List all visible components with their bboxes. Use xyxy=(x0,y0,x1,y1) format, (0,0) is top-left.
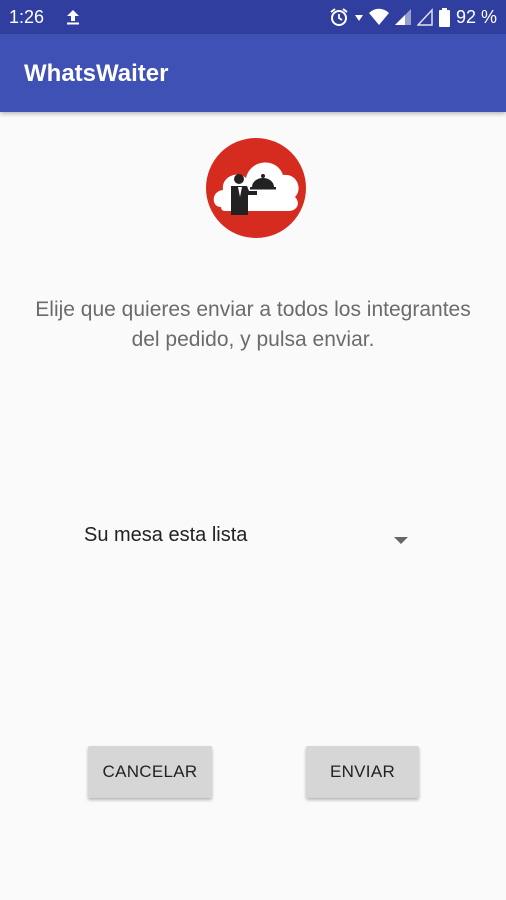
dropdown-arrow-icon xyxy=(394,532,408,550)
upload-icon xyxy=(64,8,82,26)
waiter-cloud-logo xyxy=(205,137,307,239)
battery-percentage: 92 % xyxy=(455,6,497,27)
instructions-text: Elije que quieres enviar a todos los int… xyxy=(35,298,471,351)
cancel-button[interactable]: CANCELAR xyxy=(88,746,212,798)
signal-empty-icon xyxy=(416,8,433,26)
signal-icon xyxy=(394,8,411,26)
status-time: 1:26 xyxy=(9,7,45,27)
data-arrow-icon xyxy=(354,12,363,22)
message-select-value: Su mesa esta lista xyxy=(84,524,248,546)
status-bar: 1:26 92 % xyxy=(0,0,506,34)
battery-icon xyxy=(438,7,450,27)
alarm-icon xyxy=(329,7,349,27)
app-title: WhatsWaiter xyxy=(24,60,169,87)
app-bar: WhatsWaiter xyxy=(0,34,506,112)
message-select[interactable]: Su mesa esta lista xyxy=(70,512,420,560)
wifi-icon xyxy=(368,8,389,26)
send-button[interactable]: ENVIAR xyxy=(306,746,419,798)
